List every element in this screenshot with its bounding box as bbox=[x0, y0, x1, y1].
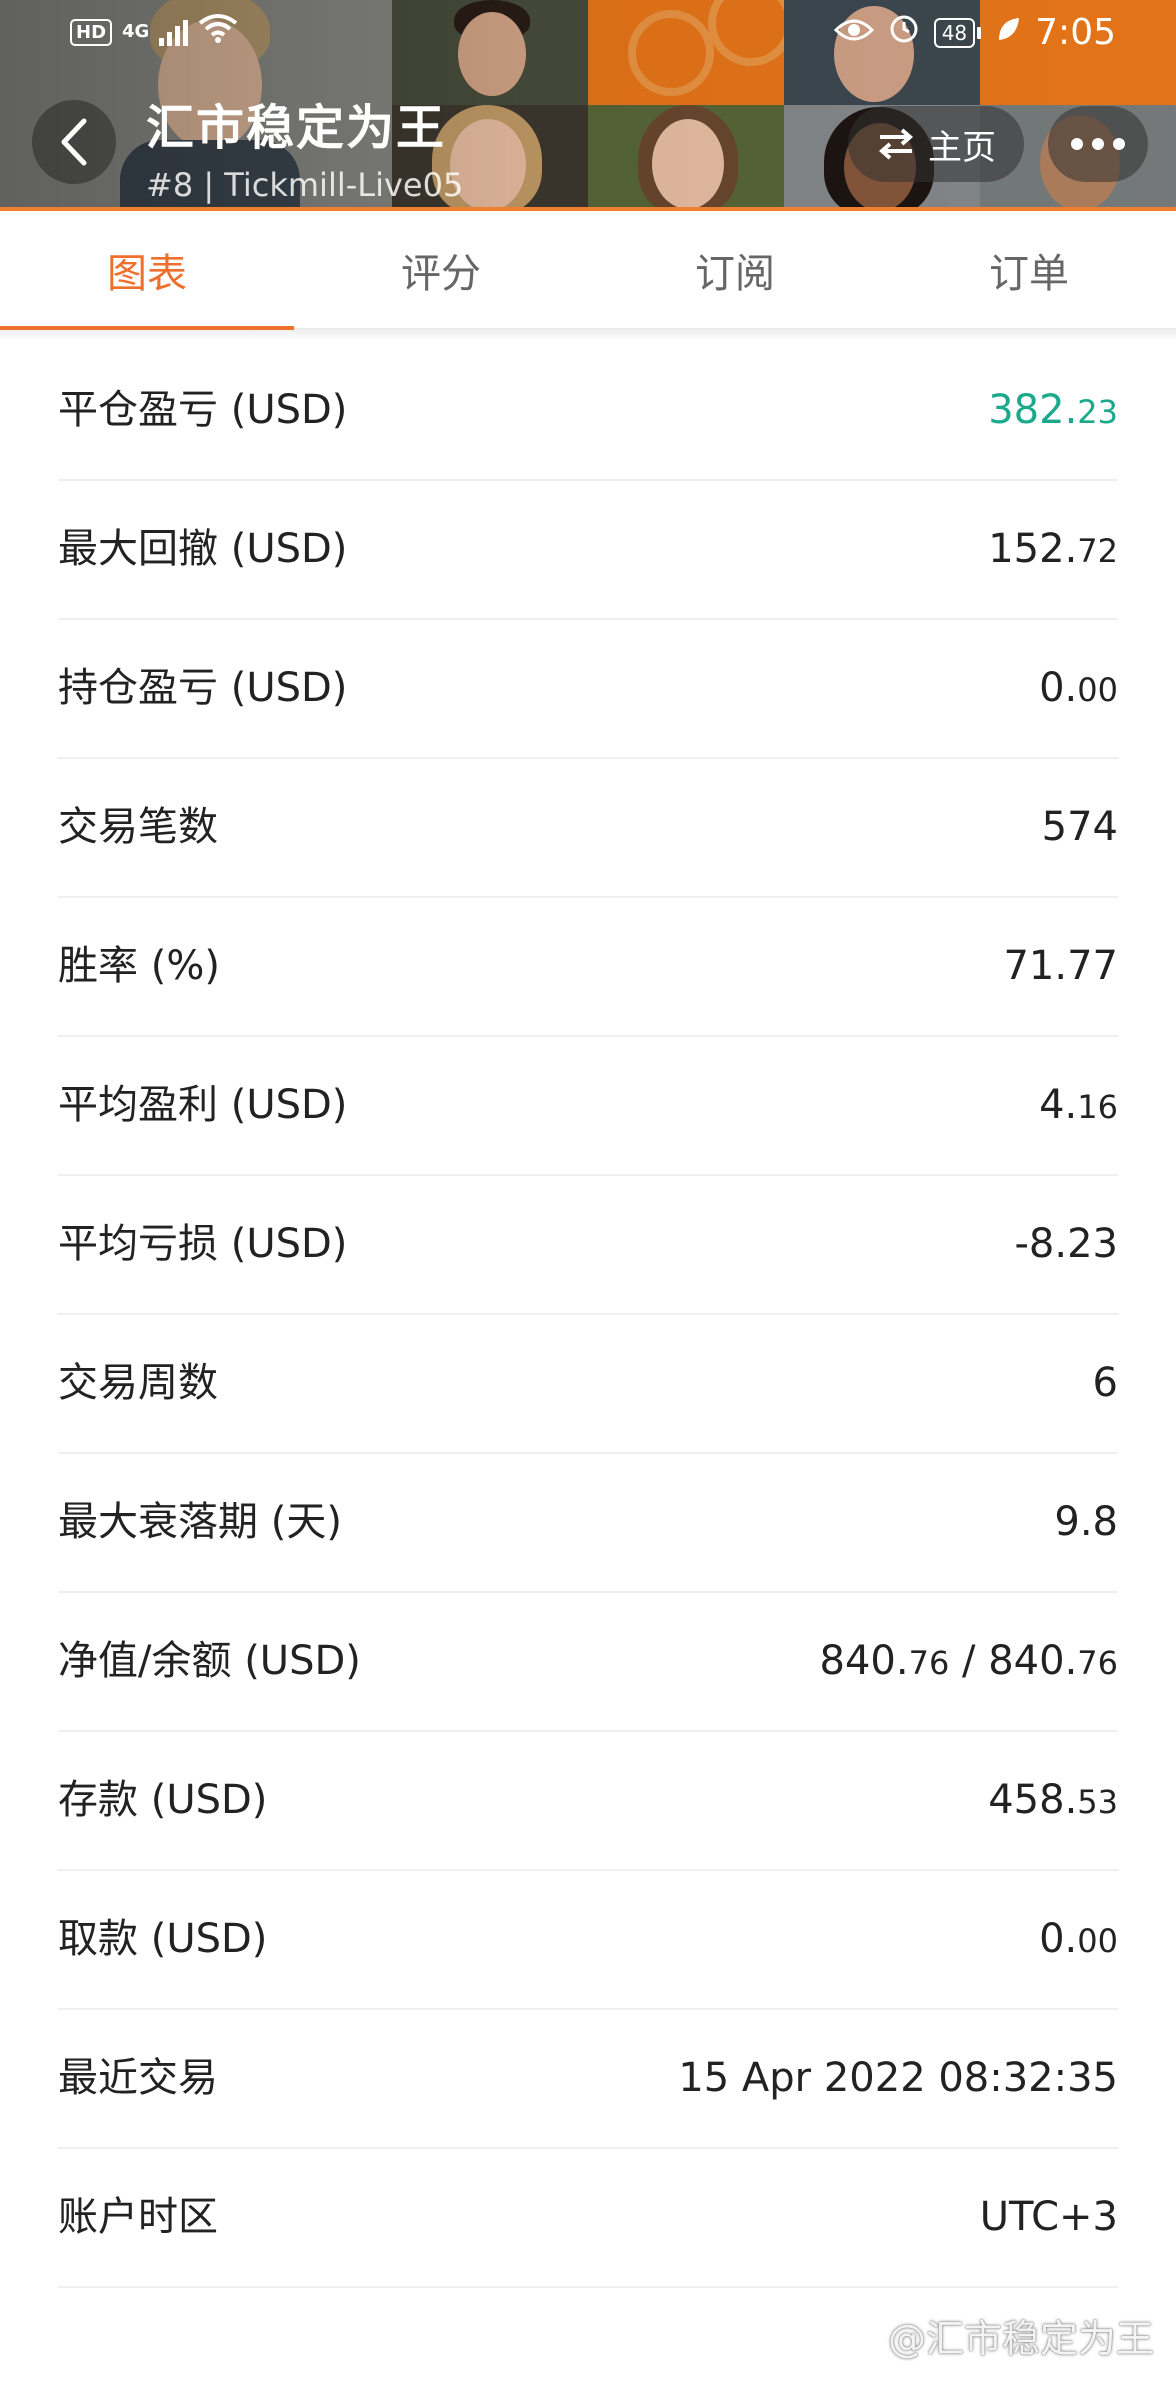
more-button[interactable] bbox=[1048, 106, 1148, 182]
stat-row-closed-pnl: 平仓盈亏 (USD) 382.23 bbox=[58, 342, 1118, 481]
tab-chart[interactable]: 图表 bbox=[0, 211, 294, 332]
stat-value: 71.77 bbox=[1003, 943, 1118, 989]
chevron-left-icon bbox=[61, 118, 87, 166]
stat-value: 152.72 bbox=[988, 526, 1118, 572]
stat-label: 净值/余额 (USD) bbox=[58, 1638, 361, 1684]
home-button[interactable]: 主页 bbox=[848, 106, 1024, 182]
stat-label: 交易周数 bbox=[58, 1360, 218, 1406]
home-button-label: 主页 bbox=[928, 127, 996, 168]
alarm-icon bbox=[888, 12, 920, 53]
stat-label: 取款 (USD) bbox=[58, 1916, 268, 1962]
stat-row-timezone: 账户时区 UTC+3 bbox=[58, 2149, 1118, 2288]
stats-list: 平仓盈亏 (USD) 382.23 最大回撤 (USD) 152.72 持仓盈亏… bbox=[0, 342, 1176, 2288]
stat-label: 平均亏损 (USD) bbox=[58, 1221, 348, 1267]
stat-label: 持仓盈亏 (USD) bbox=[58, 665, 348, 711]
stat-value: 6 bbox=[1092, 1360, 1118, 1406]
stat-row-deposits: 存款 (USD) 458.53 bbox=[58, 1732, 1118, 1871]
profile-header: HD 4G 48 7:05 汇市稳定为王 #8 | Tickmill-Live0… bbox=[0, 0, 1176, 211]
stat-row-last-trade: 最近交易 15 Apr 2022 08:32:35 bbox=[58, 2010, 1118, 2149]
tab-rating[interactable]: 评分 bbox=[294, 211, 588, 328]
stat-value: 4.16 bbox=[1039, 1082, 1118, 1128]
stat-label: 最大回撤 (USD) bbox=[58, 526, 348, 572]
stat-value: 9.8 bbox=[1054, 1499, 1118, 1545]
account-subtitle: #8 | Tickmill-Live05 bbox=[146, 166, 464, 204]
tab-subscribe[interactable]: 订阅 bbox=[588, 211, 882, 328]
stat-row-withdrawals: 取款 (USD) 0.00 bbox=[58, 1871, 1118, 2010]
wifi-icon bbox=[198, 12, 238, 52]
tab-orders[interactable]: 订单 bbox=[882, 211, 1176, 328]
more-icon bbox=[1071, 138, 1125, 150]
tab-bar: 图表 评分 订阅 订单 bbox=[0, 211, 1176, 332]
watermark: @汇市稳定为王 bbox=[887, 2317, 1154, 2361]
stat-value: 574 bbox=[1041, 804, 1118, 850]
tab-label: 订单 bbox=[989, 250, 1069, 297]
stat-value: 840.76 / 840.76 bbox=[819, 1638, 1118, 1684]
stat-label: 交易笔数 bbox=[58, 804, 218, 850]
stat-value: 0.00 bbox=[1039, 665, 1118, 711]
signal-icon bbox=[159, 18, 189, 46]
swap-icon bbox=[878, 128, 914, 160]
stat-row-win-rate: 胜率 (%) 71.77 bbox=[58, 898, 1118, 1037]
page-title: 汇市稳定为王 bbox=[146, 100, 447, 156]
eye-icon bbox=[833, 13, 874, 53]
stat-label: 存款 (USD) bbox=[58, 1777, 268, 1823]
battery-icon: 48 bbox=[933, 17, 982, 48]
stat-row-equity-balance: 净值/余额 (USD) 840.76 / 840.76 bbox=[58, 1593, 1118, 1732]
stat-row-avg-profit: 平均盈利 (USD) 4.16 bbox=[58, 1037, 1118, 1176]
stat-row-max-drawdown: 最大回撤 (USD) 152.72 bbox=[58, 481, 1118, 620]
stat-row-trade-count: 交易笔数 574 bbox=[58, 759, 1118, 898]
stat-label: 平仓盈亏 (USD) bbox=[58, 387, 348, 433]
stat-value: 0.00 bbox=[1039, 1916, 1118, 1962]
stat-label: 最大衰落期 (天) bbox=[58, 1499, 342, 1545]
hd-icon: HD bbox=[70, 18, 113, 46]
stat-label: 账户时区 bbox=[58, 2194, 218, 2240]
status-bar: HD 4G 48 7:05 bbox=[0, 0, 1176, 70]
stat-value: UTC+3 bbox=[979, 2194, 1118, 2240]
tab-label: 评分 bbox=[401, 250, 481, 297]
tab-label: 订阅 bbox=[695, 250, 775, 297]
stat-label: 平均盈利 (USD) bbox=[58, 1082, 348, 1128]
stat-row-trading-weeks: 交易周数 6 bbox=[58, 1315, 1118, 1454]
stat-value: 458.53 bbox=[988, 1777, 1118, 1823]
network-type: 4G bbox=[122, 21, 150, 42]
stat-label: 最近交易 bbox=[58, 2055, 218, 2101]
stat-row-max-decline-period: 最大衰落期 (天) 9.8 bbox=[58, 1454, 1118, 1593]
stat-value: 15 Apr 2022 08:32:35 bbox=[678, 2055, 1118, 2101]
tab-label: 图表 bbox=[107, 250, 187, 297]
stat-value: -8.23 bbox=[1014, 1221, 1119, 1267]
status-time: 7:05 bbox=[1035, 12, 1116, 53]
title-block: 汇市稳定为王 #8 | Tickmill-Live05 bbox=[146, 88, 463, 204]
stat-label: 胜率 (%) bbox=[58, 943, 220, 989]
leaf-icon bbox=[995, 13, 1021, 53]
stat-value: 382.23 bbox=[988, 387, 1118, 433]
stat-row-open-pnl: 持仓盈亏 (USD) 0.00 bbox=[58, 620, 1118, 759]
back-button[interactable] bbox=[32, 100, 116, 184]
stat-row-avg-loss: 平均亏损 (USD) -8.23 bbox=[58, 1176, 1118, 1315]
